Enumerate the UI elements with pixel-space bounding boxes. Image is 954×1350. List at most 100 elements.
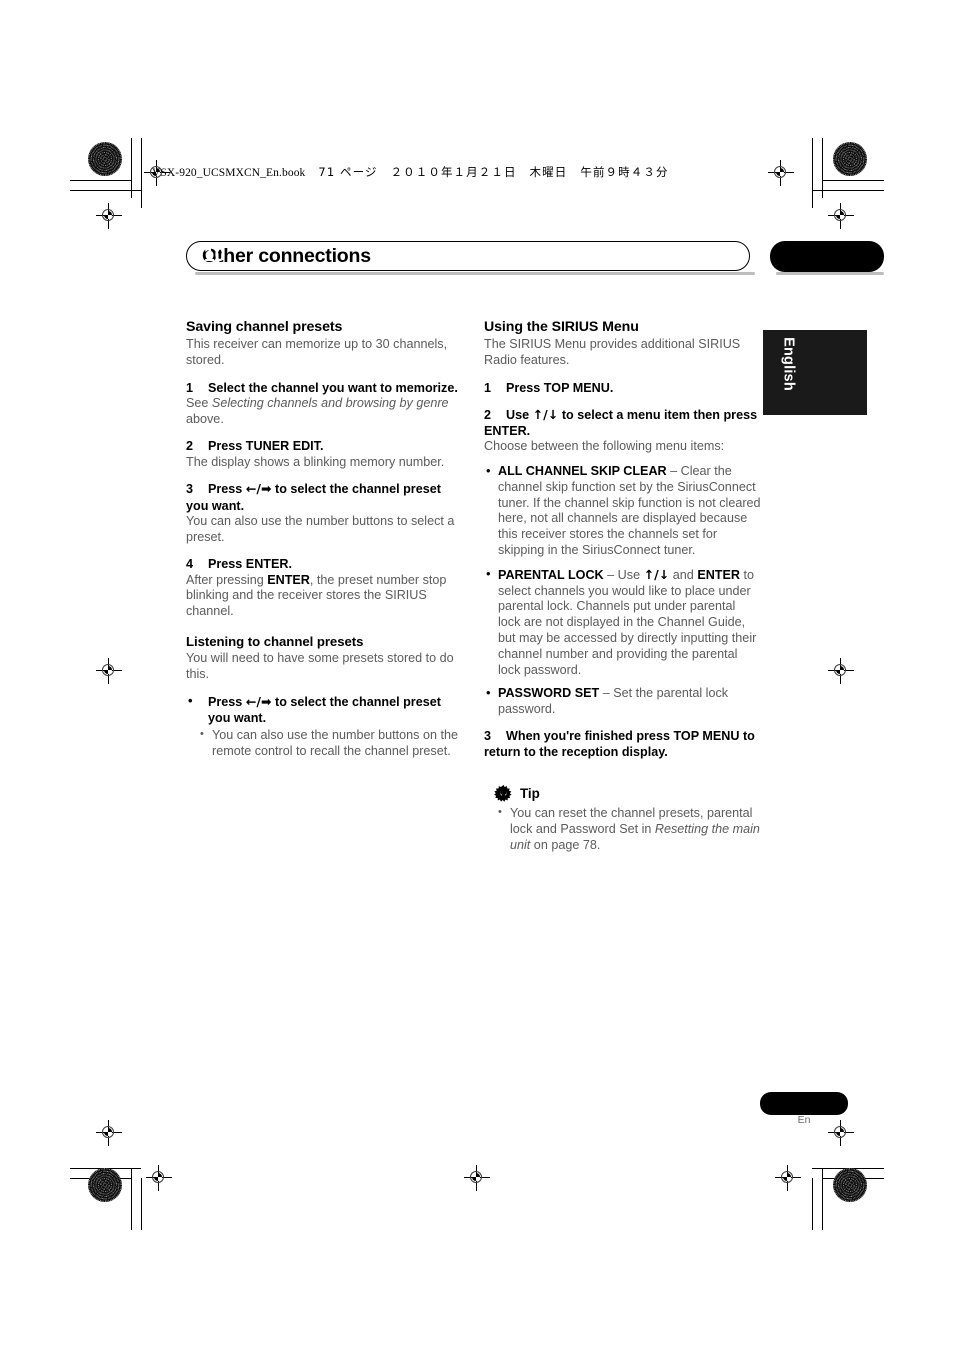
- step-1: 1 Select the channel you want to memorize…: [186, 380, 463, 396]
- up-down-arrow-icon: ↑/↓: [532, 406, 559, 422]
- step-text-pre: Press: [208, 482, 246, 497]
- step-number: 4: [186, 557, 194, 572]
- step-number: 1: [186, 380, 194, 395]
- tip-label: Tip: [520, 785, 540, 801]
- halftone-density-patch: [833, 1168, 867, 1202]
- page-title: Other connections: [202, 245, 371, 267]
- pill-drop-shadow: [776, 272, 884, 275]
- crop-mark-line: [131, 1168, 132, 1230]
- step-number: 3: [484, 728, 492, 743]
- crop-mark-line: [812, 138, 813, 208]
- crop-mark-line: [141, 138, 142, 208]
- step-2-body: The display shows a blinking memory numb…: [186, 454, 445, 469]
- cross-reference-title: Selecting channels and browsing by genre: [211, 395, 449, 410]
- step-text-pre: Use: [506, 407, 533, 422]
- step-number: 3: [186, 482, 194, 497]
- step-2: 2 Press TUNER EDIT.: [186, 438, 463, 454]
- slug-time: 午前９時４３分: [580, 165, 669, 179]
- menu-item-list: ALL CHANNEL SKIP CLEAR – Clear the chann…: [484, 463, 761, 718]
- slug-filename: VSX-920_UCSMXCN_En.book: [152, 167, 306, 179]
- list-item-all-channel-skip-clear: ALL CHANNEL SKIP CLEAR – Clear the chann…: [484, 463, 761, 559]
- step-body-post: above.: [186, 411, 224, 426]
- step-4-body: After pressing ENTER, the preset number …: [186, 573, 463, 620]
- step-4: 4 Press ENTER.: [186, 556, 463, 572]
- slug-page-marker: 71 ページ: [318, 165, 378, 179]
- subsection-heading-listening-presets: Listening to channel presets: [186, 633, 364, 649]
- left-right-arrow-icon: ←/➡: [245, 481, 272, 497]
- registration-mark: [96, 203, 122, 229]
- menu-item-description-post: to select channels you would like to pla…: [498, 567, 757, 677]
- tip-callout: Tip You can reset the channel presets, p…: [484, 784, 761, 853]
- pill-drop-shadow: [195, 272, 755, 275]
- page-number-pill: [760, 1092, 848, 1115]
- registration-mark: [768, 160, 794, 186]
- step-number: 1: [484, 380, 492, 395]
- step-1-body: See Selecting channels and browsing by g…: [186, 396, 463, 428]
- tip-header: Tip: [494, 784, 761, 803]
- up-down-arrow-icon: ↑/↓: [643, 566, 670, 582]
- step-2-body: Choose between the following menu items:: [484, 439, 725, 454]
- tip-text-post: on page 78.: [530, 837, 601, 852]
- crop-mark-line: [822, 180, 884, 181]
- list-item-parental-lock: PARENTAL LOCK – Use ↑/↓ and ENTER to sel…: [484, 566, 761, 679]
- menu-item-dash: –: [603, 567, 618, 582]
- step-3: 3 Press ←/➡ to select the channel preset …: [186, 481, 463, 513]
- menu-item-name: PASSWORD SET: [498, 686, 600, 701]
- slug-date: ２０１０年１月２１日: [390, 165, 517, 179]
- registration-mark: [775, 1165, 801, 1191]
- crop-mark-line: [812, 190, 884, 191]
- crop-mark-line: [812, 1178, 813, 1230]
- section-intro-text: This receiver can memorize up to 30 chan…: [186, 337, 448, 367]
- menu-item-dash: –: [599, 686, 614, 701]
- step-number: 2: [186, 439, 194, 454]
- bullet-step-pre: Press: [208, 694, 246, 709]
- page-language-code: En: [797, 1114, 811, 1126]
- registration-mark: [464, 1165, 490, 1191]
- section-intro-text: The SIRIUS Menu provides additional SIRI…: [484, 337, 741, 367]
- halftone-density-patch: [833, 142, 867, 176]
- sub-bullet-list: You can also use the number buttons on t…: [186, 727, 463, 760]
- step-text: Press ENTER.: [208, 557, 292, 572]
- book-slug-line: VSX-920_UCSMXCN_En.book 71 ページ ２０１０年１月２１…: [152, 164, 669, 180]
- step-body-pre: After pressing: [186, 572, 268, 587]
- left-right-arrow-icon: ←/➡: [245, 693, 272, 709]
- left-text-column: Saving channel presets This receiver can…: [186, 318, 463, 760]
- slug-weekday: 木曜日: [529, 165, 568, 179]
- crop-mark-line: [131, 138, 132, 198]
- crop-mark-line: [70, 190, 141, 191]
- right-text-column: Using the SIRIUS Menu The SIRIUS Menu pr…: [484, 318, 761, 854]
- key-name-enter: ENTER: [697, 567, 740, 582]
- halftone-density-patch: [88, 142, 122, 176]
- registration-mark: [96, 1120, 122, 1146]
- list-item: You can also use the number buttons on t…: [186, 727, 463, 760]
- step-text: Select the channel you want to memorize.: [208, 380, 458, 395]
- chapter-number: 10: [204, 245, 226, 266]
- bullet-step: Press ←/➡ to select the channel preset y…: [186, 693, 463, 726]
- step-body-pre: See: [186, 395, 212, 410]
- registration-mark: [146, 1165, 172, 1191]
- crop-mark-line: [822, 1168, 823, 1230]
- step-3-body: You can also use the number buttons to s…: [186, 513, 455, 544]
- menu-item-description-pre: Use: [617, 567, 644, 582]
- menu-item-description-mid: and: [669, 567, 698, 582]
- step-number: 2: [484, 407, 492, 422]
- step-1: 1 Press TOP MENU.: [484, 380, 761, 396]
- step-text: Press TOP MENU.: [506, 380, 614, 395]
- menu-item-dash: –: [666, 464, 681, 478]
- registration-mark: [828, 658, 854, 684]
- language-side-tab-label: English: [780, 337, 797, 391]
- step-text: Press TUNER EDIT.: [208, 439, 324, 454]
- chapter-number-pill: [770, 241, 884, 275]
- chapter-header: Other connections 10: [186, 241, 884, 275]
- section-heading-sirius-menu: Using the SIRIUS Menu: [484, 319, 639, 335]
- crop-mark-line: [141, 1178, 142, 1230]
- crop-mark-line: [822, 138, 823, 198]
- registration-mark: [828, 203, 854, 229]
- halftone-density-patch: [88, 1168, 122, 1202]
- list-item-password-set: PASSWORD SET – Set the parental lock pas…: [484, 685, 761, 718]
- menu-item-name: PARENTAL LOCK: [498, 567, 604, 582]
- section-heading-saving-presets: Saving channel presets: [186, 319, 343, 335]
- step-2: 2 Use ↑/↓ to select a menu item then pres…: [484, 407, 761, 439]
- crop-mark-line: [70, 180, 131, 181]
- page-number: 71: [35, 2, 53, 19]
